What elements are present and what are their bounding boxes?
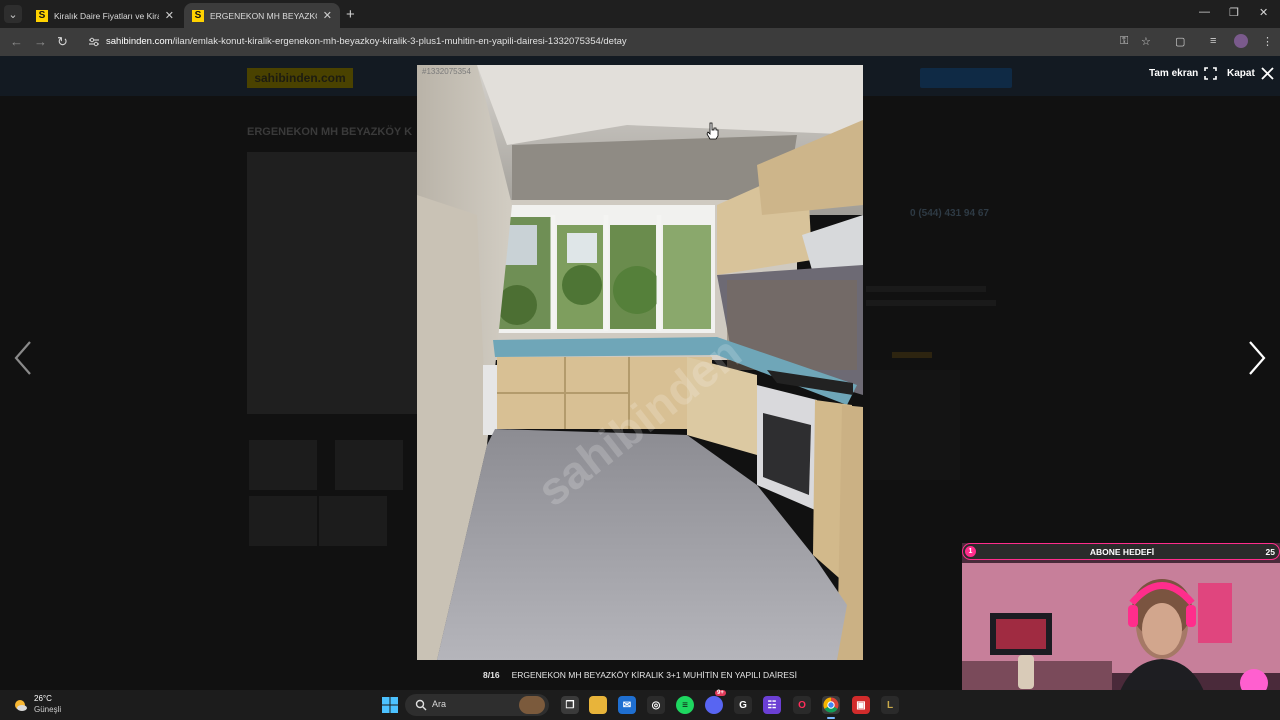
- media-control-icon[interactable]: ≡: [1210, 35, 1216, 47]
- url-host: sahibinden.com: [106, 36, 173, 47]
- mail-icon[interactable]: ✉: [618, 696, 636, 714]
- weather-sun-icon[interactable]: [12, 697, 28, 713]
- photo-counter: 8/16: [483, 670, 500, 680]
- tab-title: ERGENEKON MH BEYAZKÖY KİR: [210, 10, 317, 21]
- tab-kiralik-daire[interactable]: S Kiralık Daire Fiyatları ve Kiralık E ✕: [28, 3, 182, 28]
- tab-close-icon[interactable]: ✕: [323, 9, 332, 22]
- browser-tabstrip: ⌄ S Kiralık Daire Fiyatları ve Kiralık E…: [0, 0, 1280, 28]
- photo-id: #1332075354: [422, 67, 471, 76]
- seller-info-line: [866, 286, 986, 292]
- address-bar[interactable]: sahibinden.com/ilan/emlak-konut-kiralik-…: [80, 31, 1160, 53]
- app-g-icon[interactable]: G: [734, 696, 752, 714]
- browser-toolbar: ← → ↻ sahibinden.com/ilan/emlak-konut-ki…: [0, 28, 1280, 56]
- promo-badge: [892, 352, 932, 358]
- seller-info-line: [866, 300, 996, 306]
- search-icon: [415, 699, 427, 711]
- discord-badge: 9+: [715, 690, 726, 696]
- fullscreen-label: Tam ekran: [1149, 68, 1199, 79]
- screen: ⌄ S Kiralık Daire Fiyatları ve Kiralık E…: [0, 0, 1280, 720]
- close-label: Kapat: [1227, 68, 1255, 79]
- thumbnail: [249, 440, 317, 490]
- password-key-icon[interactable]: ⚿: [1120, 35, 1128, 48]
- close-icon: [1261, 67, 1274, 80]
- goal-title: ABONE HEDEFİ: [1089, 547, 1155, 557]
- close-lightbox-button[interactable]: Kapat: [1227, 67, 1274, 80]
- tab-ergenekon[interactable]: S ERGENEKON MH BEYAZKÖY KİR ✕: [184, 3, 340, 28]
- red-app-icon[interactable]: ▣: [852, 696, 870, 714]
- gallery-thumbnails: [247, 438, 417, 548]
- restore-icon[interactable]: ❐: [1229, 6, 1239, 19]
- new-tab-icon[interactable]: +: [346, 6, 355, 23]
- thumbnail: [249, 496, 317, 546]
- fullscreen-button[interactable]: Tam ekran: [1149, 67, 1218, 80]
- discord-icon[interactable]: 9+: [705, 690, 726, 714]
- site-info-icon[interactable]: [88, 36, 100, 48]
- file-explorer-icon[interactable]: [589, 696, 607, 714]
- subscriber-goal-bar: 1 ABONE HEDEFİ 25: [962, 543, 1280, 560]
- url-path: /ilan/emlak-konut-kiralik-ergenekon-mh-b…: [172, 36, 627, 47]
- next-photo-arrow-icon[interactable]: [1242, 338, 1272, 378]
- chrome-menu-icon[interactable]: ⋮: [1262, 35, 1273, 48]
- forward-icon[interactable]: →: [34, 34, 47, 49]
- url-text: sahibinden.com/ilan/emlak-konut-kiralik-…: [106, 36, 627, 47]
- hand-cursor-icon: [706, 122, 719, 140]
- fullscreen-icon: [1204, 67, 1218, 80]
- tab-search-icon[interactable]: ⌄: [4, 5, 22, 23]
- caption-text: ERGENEKON MH BEYAZKÖY KİRALIK 3+1 MUHİTİ…: [511, 670, 797, 680]
- sahibinden-favicon: S: [192, 9, 204, 22]
- spotify-icon[interactable]: ≡: [676, 696, 694, 714]
- listing-title: ERGENEKON MH BEYAZKÖY K: [247, 126, 413, 138]
- post-ad-button: [920, 68, 1012, 88]
- weather-description[interactable]: Güneşli: [34, 705, 61, 714]
- goal-target: 25: [1265, 547, 1275, 557]
- thumbnail: [319, 496, 387, 546]
- profile-avatar[interactable]: [1234, 34, 1248, 48]
- chrome-icon[interactable]: [822, 696, 840, 719]
- search-placeholder: Ara: [432, 699, 447, 709]
- extensions-icon[interactable]: ▢: [1175, 35, 1185, 48]
- apps-grid-icon[interactable]: ☷: [763, 696, 781, 714]
- photo-caption: 8/16 ERGENEKON MH BEYAZKÖY KİRALIK 3+1 MU…: [417, 670, 863, 680]
- seller-phone: 0 (544) 431 94 67: [910, 208, 989, 219]
- task-view-icon[interactable]: ❐: [561, 696, 579, 714]
- ad-card: [870, 370, 960, 480]
- reload-icon[interactable]: ↻: [57, 34, 68, 50]
- gallery-main-image: [247, 152, 417, 414]
- minimize-icon[interactable]: —: [1199, 6, 1210, 18]
- thumbnail: [335, 440, 403, 490]
- opera-icon[interactable]: O: [793, 696, 811, 714]
- window-close-icon[interactable]: ✕: [1259, 6, 1268, 19]
- search-highlight-image: [519, 696, 545, 714]
- weather-temperature[interactable]: 26°C: [34, 694, 52, 703]
- obs-icon[interactable]: ◎: [647, 696, 665, 714]
- bookmark-star-icon[interactable]: ☆: [1141, 35, 1151, 48]
- listing-photo: sahibinden: [417, 65, 863, 660]
- chrome-logo-icon: [823, 697, 839, 713]
- tab-close-icon[interactable]: ✕: [165, 9, 174, 22]
- tab-title: Kiralık Daire Fiyatları ve Kiralık E: [54, 10, 159, 21]
- back-icon[interactable]: ←: [10, 34, 23, 49]
- windows-start-icon[interactable]: [381, 696, 399, 714]
- previous-photo-arrow-icon[interactable]: [10, 338, 40, 378]
- league-of-legends-icon[interactable]: L: [881, 696, 899, 714]
- sahibinden-favicon: S: [36, 9, 48, 22]
- taskbar-search[interactable]: Ara: [405, 694, 549, 716]
- windows-taskbar: 26°C Güneşli Ara ❐ ✉ ◎ ≡ 9+ G ☷ O ▣ L: [0, 690, 1280, 720]
- site-logo: sahibinden.com: [247, 68, 353, 88]
